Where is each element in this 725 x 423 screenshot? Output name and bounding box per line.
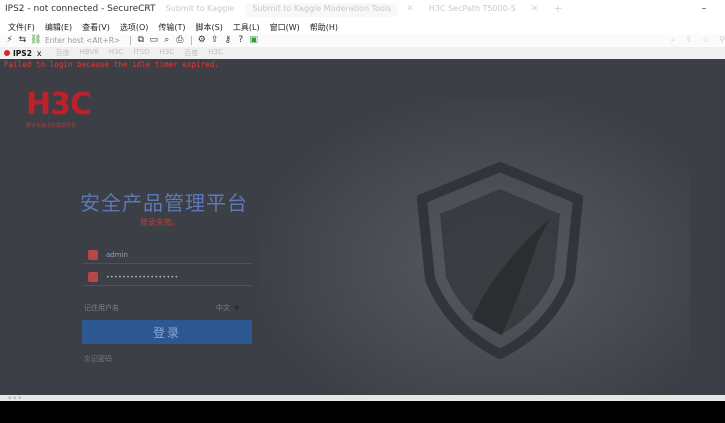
menu-window[interactable]: 窗口(W) <box>266 20 304 34</box>
menu-script[interactable]: 脚本(S) <box>192 20 227 34</box>
bookmark-item[interactable]: H3C <box>109 48 124 58</box>
tab-close-icon[interactable]: ✕ <box>403 3 417 17</box>
tab-close-icon[interactable]: ✕ <box>140 3 154 17</box>
username-field[interactable]: admin <box>82 247 252 264</box>
new-tab-icon[interactable]: + <box>547 3 568 17</box>
session-tab-label: IPS2 <box>13 48 32 58</box>
reconnect-icon[interactable]: ⇆ <box>17 35 28 46</box>
browser-tab[interactable]: Submit to Kaggle <box>160 3 241 17</box>
bookmark-item[interactable]: ITSO <box>133 48 149 58</box>
page-title: 安全产品管理平台 <box>80 191 248 215</box>
menu-options[interactable]: 选项(O) <box>116 20 153 34</box>
screen-icon[interactable]: ▣ <box>248 35 259 46</box>
browser-action-icons: ⌕ ⇪ ☆ ⚲ <box>671 35 725 45</box>
bookmark-item[interactable]: H3C <box>160 48 175 58</box>
session-tab[interactable]: IPS2 x <box>0 49 42 58</box>
host-input[interactable]: Enter host <Alt+R> <box>45 36 120 45</box>
user-icon <box>88 250 98 260</box>
username-value: admin <box>106 251 128 259</box>
key-icon[interactable]: ⚷ <box>222 35 233 46</box>
copy-icon[interactable]: ⧉ <box>135 35 146 46</box>
sftp-icon[interactable]: ⇪ <box>209 35 220 46</box>
menu-transfer[interactable]: 传输(T) <box>154 20 189 34</box>
paste-icon[interactable]: ▭ <box>148 35 159 46</box>
star-icon[interactable]: ☆ <box>702 35 709 45</box>
chevron-down-icon: ▼ <box>234 304 240 312</box>
menu-tools[interactable]: 工具(L) <box>229 20 264 34</box>
menu-file[interactable]: 文件(F) <box>4 20 39 34</box>
tab-close-icon[interactable]: ✕ <box>528 3 542 17</box>
language-select[interactable]: 中文 ▼ <box>216 303 239 313</box>
menu-view[interactable]: 查看(V) <box>78 20 114 34</box>
language-value: 中文 <box>216 304 230 312</box>
bookmark-item[interactable]: HBV8 <box>80 48 99 58</box>
remember-username-checkbox[interactable]: 记住用户名 <box>84 303 119 313</box>
share-icon[interactable]: ⇪ <box>685 35 692 45</box>
toolbar-divider <box>191 36 193 45</box>
login-button[interactable]: 登录 <box>82 320 252 344</box>
menu-bar: 文件(F) 编辑(E) 查看(V) 选项(O) 传输(T) 脚本(S) 工具(L… <box>0 20 725 34</box>
black-band <box>0 401 725 423</box>
password-value: •••••••••••••••••• <box>106 273 179 281</box>
menu-edit[interactable]: 编辑(E) <box>41 20 76 34</box>
forgot-password-link[interactable]: 忘记密码 <box>84 354 112 364</box>
search-icon[interactable]: ⌕ <box>671 35 675 45</box>
disconnected-status-icon <box>4 50 10 56</box>
toolbar-divider <box>130 36 132 45</box>
lightning-connect-icon[interactable]: ⚡ <box>4 35 15 46</box>
help-icon[interactable]: ? <box>235 35 246 46</box>
bookmark-item[interactable]: 百度 <box>184 48 198 58</box>
h3c-logo: H3C <box>26 87 92 122</box>
brand-slogan: 数字化解决方案领导者 <box>26 123 77 129</box>
session-tab-bar: IPS2 x 百度 HBV8 H3C ITSO H3C 百度 H3C <box>0 47 725 59</box>
minimize-icon[interactable]: – <box>697 2 711 16</box>
bookmark-item[interactable]: 百度 <box>56 48 70 58</box>
login-error-message: 登录失败。 <box>140 218 180 227</box>
toolbar: ⚡ ⇆ ⛓ Enter host <Alt+R> ⧉ ▭ ⌕ ⎙ ⚙ ⇪ ⚷ ?… <box>0 34 725 47</box>
session-close-icon[interactable]: x <box>37 49 42 58</box>
title-bar: IPS2 - not connected - SecureCRT ✕ Submi… <box>0 0 725 20</box>
bookmark-item[interactable]: H3C <box>208 48 223 58</box>
shield-icon <box>416 161 584 359</box>
browser-tab[interactable]: H3C SecPath T5000-S <box>423 3 522 17</box>
link-icon[interactable]: ⛓ <box>30 35 41 46</box>
lock-icon <box>88 272 98 282</box>
pin-icon[interactable]: ⚲ <box>719 35 725 45</box>
terminal-error-message: Failed to login because the idle timer e… <box>4 60 219 69</box>
browser-tab[interactable]: Submit to Kaggle Moderation Tools <box>246 3 398 17</box>
browser-tab-strip: ✕ Submit to Kaggle Submit to Kaggle Mode… <box>140 3 569 17</box>
menu-help[interactable]: 帮助(H) <box>306 20 342 34</box>
bookmark-bar: 百度 HBV8 H3C ITSO H3C 百度 H3C <box>56 48 223 58</box>
app-title: IPS2 - not connected - SecureCRT <box>5 4 156 14</box>
password-field[interactable]: •••••••••••••••••• <box>82 269 252 286</box>
find-icon[interactable]: ⌕ <box>161 35 172 46</box>
print-icon[interactable]: ⎙ <box>174 35 185 46</box>
settings-icon[interactable]: ⚙ <box>196 35 207 46</box>
terminal-window[interactable]: Failed to login because the idle timer e… <box>0 59 725 395</box>
